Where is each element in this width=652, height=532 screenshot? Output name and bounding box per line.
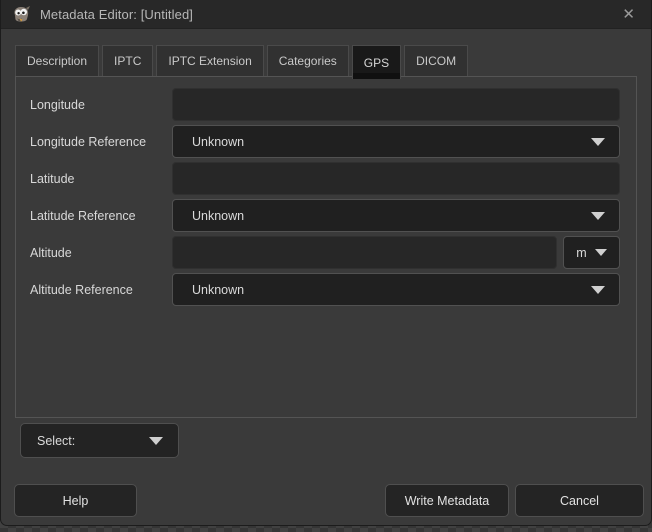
chevron-down-icon	[595, 249, 607, 256]
tab-description[interactable]: Description	[15, 45, 99, 76]
close-icon[interactable]: ✕	[618, 5, 639, 24]
metadata-tab-strip: Description IPTC IPTC Extension Categori…	[15, 45, 637, 76]
form-row-longitude-reference: Longitude Reference Unknown	[30, 125, 620, 158]
form-row-latitude: Latitude	[30, 162, 620, 195]
write-metadata-button[interactable]: Write Metadata	[385, 484, 509, 517]
tab-gps[interactable]: GPS	[352, 45, 401, 79]
latitude-input[interactable]	[172, 162, 620, 195]
tab-iptc[interactable]: IPTC	[102, 45, 153, 76]
metadata-editor-dialog: Metadata Editor: [Untitled] ✕ Descriptio…	[0, 0, 652, 526]
altitude-reference-value: Unknown	[192, 283, 591, 297]
longitude-label: Longitude	[30, 98, 172, 112]
form-row-latitude-reference: Latitude Reference Unknown	[30, 199, 620, 232]
altitude-unit-value: m	[576, 246, 586, 260]
form-row-longitude: Longitude	[30, 88, 620, 121]
help-button[interactable]: Help	[14, 484, 137, 517]
altitude-reference-dropdown[interactable]: Unknown	[172, 273, 620, 306]
altitude-reference-label: Altitude Reference	[30, 283, 172, 297]
altitude-label: Altitude	[30, 246, 172, 260]
latitude-reference-value: Unknown	[192, 209, 591, 223]
chevron-down-icon	[149, 437, 163, 445]
chevron-down-icon	[591, 286, 605, 294]
altitude-input[interactable]	[172, 236, 557, 269]
longitude-reference-dropdown[interactable]: Unknown	[172, 125, 620, 158]
chevron-down-icon	[591, 212, 605, 220]
form-row-altitude-reference: Altitude Reference Unknown	[30, 273, 620, 306]
gps-tab-panel: Longitude Longitude Reference Unknown La…	[15, 76, 637, 418]
select-dropdown-label: Select:	[37, 434, 149, 448]
select-dropdown[interactable]: Select:	[20, 423, 179, 458]
chevron-down-icon	[591, 138, 605, 146]
select-row: Select:	[20, 423, 637, 458]
title-bar: Metadata Editor: [Untitled] ✕	[1, 0, 651, 29]
tab-iptc-extension[interactable]: IPTC Extension	[156, 45, 263, 76]
latitude-label: Latitude	[30, 172, 172, 186]
longitude-reference-label: Longitude Reference	[30, 135, 172, 149]
longitude-reference-value: Unknown	[192, 135, 591, 149]
tab-categories[interactable]: Categories	[267, 45, 349, 76]
form-row-altitude: Altitude m	[30, 236, 620, 269]
cancel-button[interactable]: Cancel	[515, 484, 644, 517]
latitude-reference-label: Latitude Reference	[30, 209, 172, 223]
window-title: Metadata Editor: [Untitled]	[40, 7, 618, 22]
dialog-footer: Help Write Metadata Cancel	[1, 484, 651, 517]
gimp-wilber-icon	[11, 5, 33, 23]
tab-dicom[interactable]: DICOM	[404, 45, 468, 76]
latitude-reference-dropdown[interactable]: Unknown	[172, 199, 620, 232]
longitude-input[interactable]	[172, 88, 620, 121]
altitude-unit-dropdown[interactable]: m	[563, 236, 620, 269]
